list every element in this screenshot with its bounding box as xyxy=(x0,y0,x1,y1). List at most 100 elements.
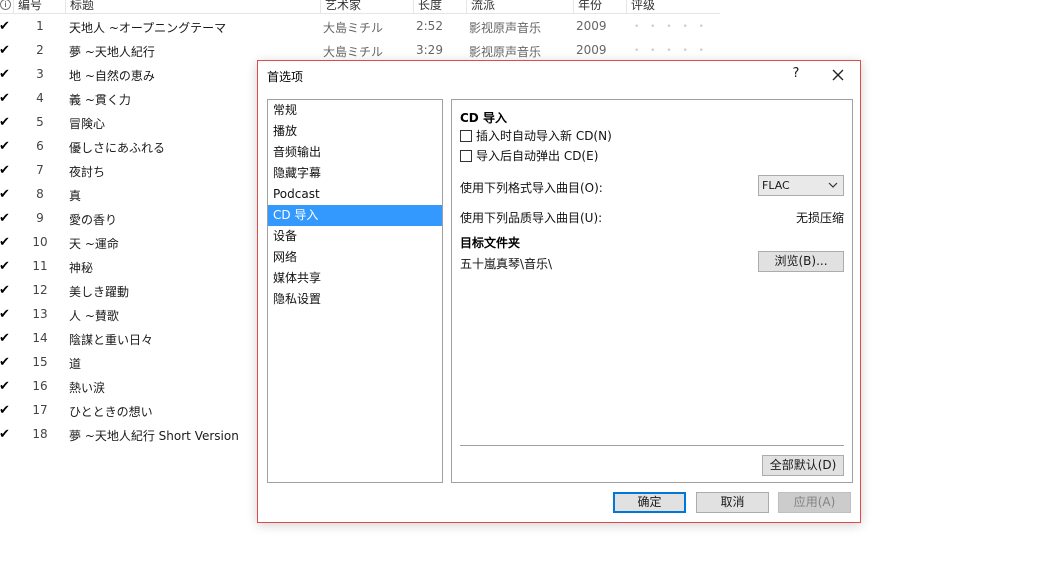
track-check-icon[interactable]: ✔ xyxy=(0,259,10,274)
track-check-icon[interactable]: ✔ xyxy=(0,235,10,250)
track-number: 2 xyxy=(36,43,44,57)
nav-item[interactable]: 网络 xyxy=(268,247,442,268)
track-title: 神秘 xyxy=(69,261,94,275)
preferences-dialog: 首选项 ? 常规 播放 音频输出 隐藏字幕 Podcast CD 导入 设备 网络 媒体共享 隐私… xyxy=(257,60,861,523)
column-header-rating[interactable]: 评级 xyxy=(626,0,655,13)
track-number: 6 xyxy=(36,139,44,153)
track-number: 3 xyxy=(36,67,44,81)
track-title: 優しさにあふれる xyxy=(69,141,166,155)
column-header-title[interactable]: 标题 xyxy=(65,0,94,13)
track-length: 3:29 xyxy=(416,43,443,57)
target-folder-path: 五十嵐真琴\音乐\ xyxy=(460,257,553,271)
track-number: 15 xyxy=(32,355,48,369)
column-header-number[interactable]: 编号 xyxy=(13,0,42,13)
track-check-icon[interactable]: ✔ xyxy=(0,427,10,442)
column-header-genre[interactable]: 流派 xyxy=(466,0,495,13)
target-folder-title: 目标文件夹 xyxy=(460,236,521,250)
nav-item[interactable]: 设备 xyxy=(268,226,442,247)
track-check-icon[interactable]: ✔ xyxy=(0,379,10,394)
track-title: 天地人 ~オープニングテーマ xyxy=(69,21,227,35)
track-title: 義 ~貫く力 xyxy=(69,93,131,107)
auto-import-label: 插入时自动导入新 CD(N) xyxy=(476,129,612,143)
nav-item[interactable]: 隐藏字幕 xyxy=(268,163,442,184)
track-check-icon[interactable]: ✔ xyxy=(0,43,10,58)
import-format-label: 使用下列格式导入曲目(O): xyxy=(460,181,603,195)
track-title: 愛の香り xyxy=(69,213,118,227)
restore-defaults-button[interactable]: 全部默认(D) xyxy=(762,455,844,476)
track-check-icon[interactable]: ✔ xyxy=(0,139,10,154)
track-number: 12 xyxy=(32,283,48,297)
column-header-year[interactable]: 年份 xyxy=(573,0,602,13)
track-artist: 大島ミチル xyxy=(323,21,384,35)
import-quality-label: 使用下列品质导入曲目(U): xyxy=(460,211,603,225)
nav-item[interactable]: 媒体共享 xyxy=(268,268,442,289)
nav-item[interactable]: Podcast xyxy=(268,184,442,205)
auto-eject-checkbox-box[interactable] xyxy=(460,149,472,162)
close-icon xyxy=(832,69,844,81)
import-quality-value: 无损压缩 xyxy=(795,211,844,225)
track-title: 美しき躍動 xyxy=(69,285,130,299)
nav-item[interactable]: 音频输出 xyxy=(268,142,442,163)
track-title: 冒険心 xyxy=(69,117,106,131)
track-check-icon[interactable]: ✔ xyxy=(0,211,10,226)
table-row[interactable]: ✔ 1 天地人 ~オープニングテーマ 大島ミチル 2:52 影视原声音乐 2009 • • •… xyxy=(0,16,720,40)
track-title: 天 ~運命 xyxy=(69,237,119,251)
auto-eject-checkbox[interactable]: 导入后自动弹出 CD(E) xyxy=(460,147,598,164)
track-artist: 大島ミチル xyxy=(323,45,384,59)
panel-divider xyxy=(460,445,844,446)
track-check-icon[interactable]: ✔ xyxy=(0,19,10,34)
help-button[interactable]: ? xyxy=(788,66,804,84)
track-check-icon[interactable]: ✔ xyxy=(0,331,10,346)
cancel-button[interactable]: 取消 xyxy=(696,492,769,513)
browse-button[interactable]: 浏览(B)... xyxy=(758,251,844,272)
track-number: 13 xyxy=(32,307,48,321)
track-number: 18 xyxy=(32,427,48,441)
cd-import-panel: CD 导入 插入时自动导入新 CD(N) 导入后自动弹出 CD(E) 使用下列格… xyxy=(451,99,853,483)
track-number: 11 xyxy=(32,259,48,273)
track-length: 2:52 xyxy=(416,19,443,33)
track-check-icon[interactable]: ✔ xyxy=(0,283,10,298)
track-title: 道 xyxy=(69,357,82,371)
auto-import-checkbox-box[interactable] xyxy=(460,129,472,142)
track-check-icon[interactable]: ✔ xyxy=(0,163,10,178)
track-number: 4 xyxy=(36,91,44,105)
column-header-artist[interactable]: 艺术家 xyxy=(320,0,361,13)
dialog-title: 首选项 xyxy=(267,70,304,84)
auto-import-checkbox[interactable]: 插入时自动导入新 CD(N) xyxy=(460,127,612,144)
close-button[interactable] xyxy=(826,63,850,87)
track-check-icon[interactable]: ✔ xyxy=(0,355,10,370)
track-year: 2009 xyxy=(576,19,607,33)
apply-button[interactable]: 应用(A) xyxy=(778,492,851,513)
track-list-header: i 编号 标题 艺术家 长度 流派 年份 评级 xyxy=(0,0,720,14)
track-rating[interactable]: • • • • • xyxy=(634,46,708,56)
track-number: 10 xyxy=(32,235,48,249)
track-title: 夢 ~天地人紀行 xyxy=(69,45,155,59)
track-check-icon[interactable]: ✔ xyxy=(0,307,10,322)
track-number: 8 xyxy=(36,187,44,201)
nav-item[interactable]: CD 导入 xyxy=(268,205,442,226)
info-column-header[interactable]: i xyxy=(0,0,11,13)
track-number: 7 xyxy=(36,163,44,177)
auto-eject-label: 导入后自动弹出 CD(E) xyxy=(476,149,599,163)
nav-item[interactable]: 常规 xyxy=(268,100,442,121)
track-year: 2009 xyxy=(576,43,607,57)
track-check-icon[interactable]: ✔ xyxy=(0,67,10,82)
ok-button[interactable]: 确定 xyxy=(613,492,686,513)
track-check-icon[interactable]: ✔ xyxy=(0,115,10,130)
cd-import-title: CD 导入 xyxy=(460,111,507,125)
nav-item[interactable]: 播放 xyxy=(268,121,442,142)
track-check-icon[interactable]: ✔ xyxy=(0,403,10,418)
track-number: 9 xyxy=(36,211,44,225)
chevron-down-icon xyxy=(828,182,838,188)
track-check-icon[interactable]: ✔ xyxy=(0,91,10,106)
track-number: 1 xyxy=(36,19,44,33)
track-number: 5 xyxy=(36,115,44,129)
import-format-select[interactable]: FLAC xyxy=(758,175,844,196)
track-check-icon[interactable]: ✔ xyxy=(0,187,10,202)
track-title: 熱い涙 xyxy=(69,381,106,395)
import-format-value: FLAC xyxy=(762,179,790,192)
track-rating[interactable]: • • • • • xyxy=(634,22,708,32)
column-header-length[interactable]: 长度 xyxy=(413,0,442,13)
nav-item[interactable]: 隐私设置 xyxy=(268,289,442,310)
track-genre: 影视原声音乐 xyxy=(469,45,542,59)
